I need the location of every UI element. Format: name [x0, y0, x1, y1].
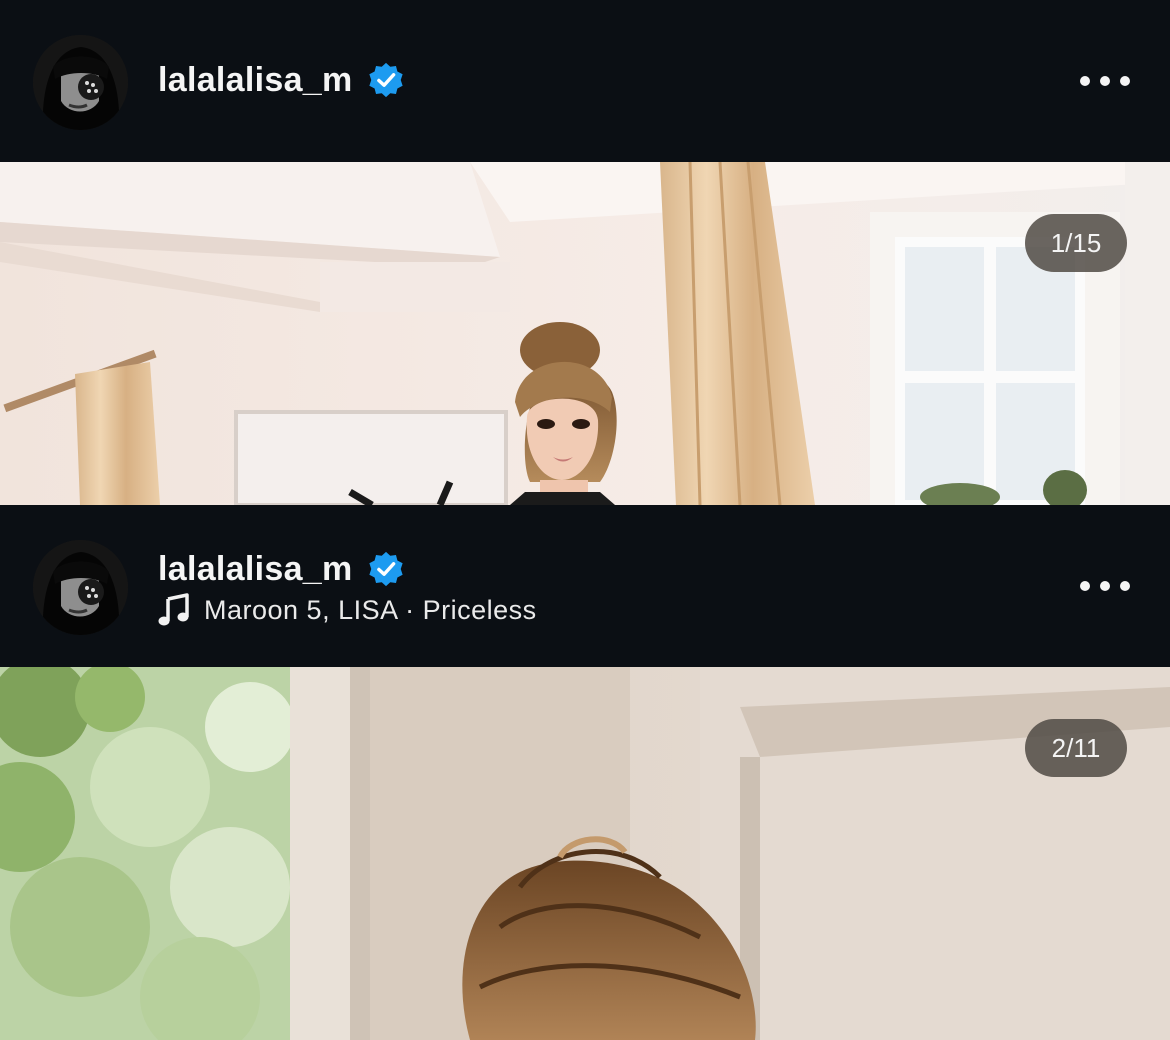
post-image: [0, 162, 1170, 505]
more-options-button[interactable]: [1080, 571, 1130, 601]
username-row: lalalalisa_m: [158, 58, 405, 102]
music-link[interactable]: Maroon 5, LISA · Priceless: [158, 593, 537, 627]
more-options-dot: [1100, 581, 1110, 591]
avatar-image: [33, 540, 128, 635]
more-options-button[interactable]: [1080, 66, 1130, 96]
avatar-image: [33, 35, 128, 130]
post-photo[interactable]: 1/15: [0, 162, 1170, 505]
more-options-icon: [1080, 76, 1090, 86]
music-track-label: Maroon 5, LISA · Priceless: [204, 594, 537, 625]
avatar[interactable]: [33, 540, 128, 635]
verified-badge-icon: [367, 550, 405, 588]
username[interactable]: lalalalisa_m: [158, 547, 353, 591]
post-photo[interactable]: 2/11: [0, 667, 1170, 1040]
post-header: lalalalisa_m Maroon 5, LISA · Priceless: [0, 505, 1170, 667]
more-options-icon: [1080, 581, 1090, 591]
post-header: lalalalisa_m: [0, 0, 1170, 162]
verified-badge-icon: [367, 61, 405, 99]
username[interactable]: lalalalisa_m: [158, 58, 353, 102]
slide-counter: 1/15: [1025, 214, 1127, 272]
more-options-dot: [1100, 76, 1110, 86]
slide-counter: 2/11: [1025, 719, 1127, 777]
music-note-icon: [158, 593, 190, 627]
more-options-dot: [1120, 581, 1130, 591]
username-row: lalalalisa_m: [158, 547, 405, 591]
more-options-dot: [1120, 76, 1130, 86]
avatar[interactable]: [33, 35, 128, 130]
post-image: [0, 667, 1170, 1040]
